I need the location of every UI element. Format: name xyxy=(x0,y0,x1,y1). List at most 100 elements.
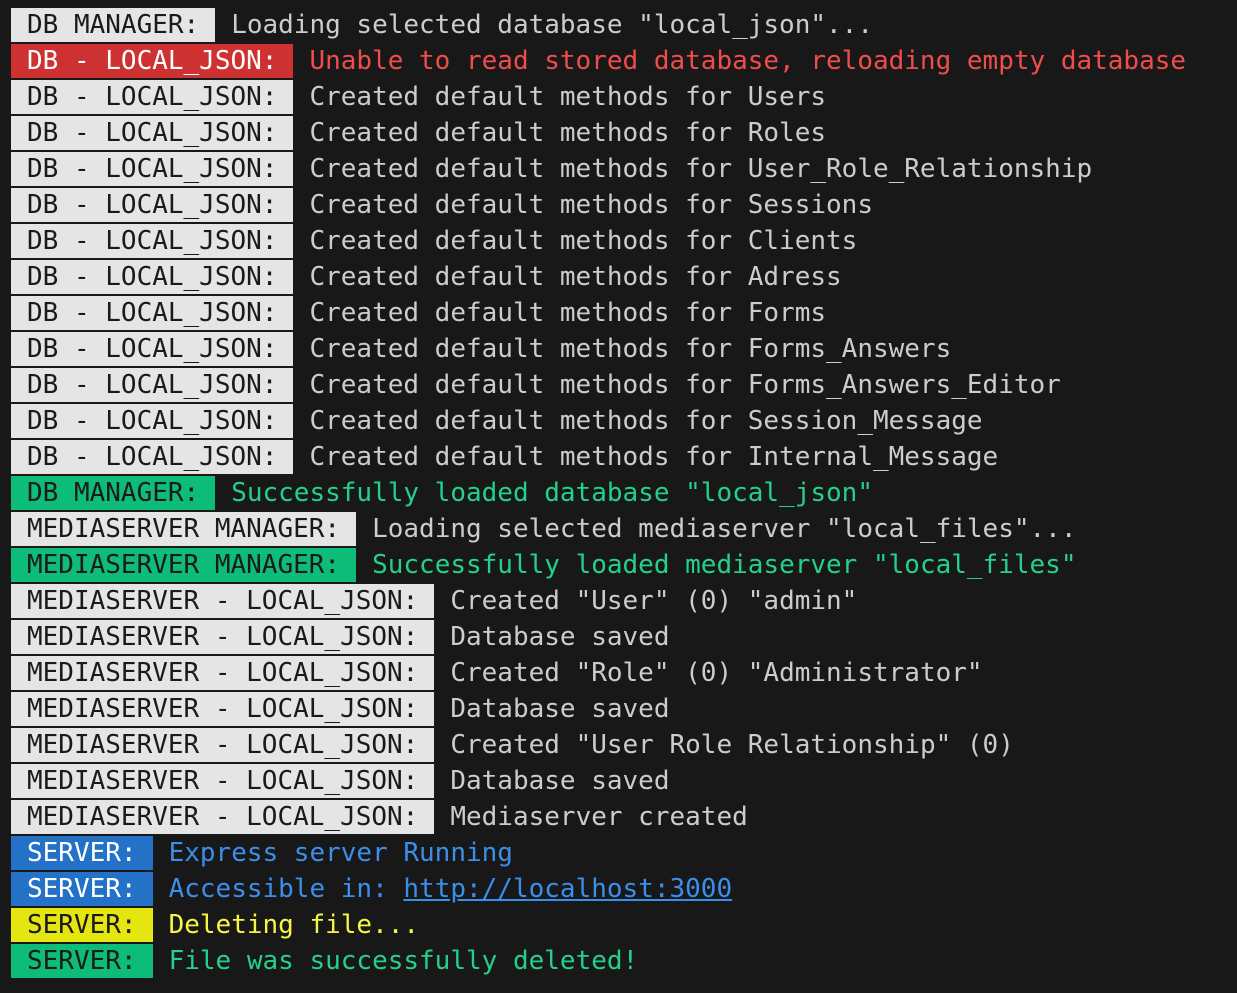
log-message: Created default methods for Roles xyxy=(309,115,826,151)
log-tag: DB - LOCAL_JSON: xyxy=(11,152,294,186)
log-tag: MEDIASERVER - LOCAL_JSON: xyxy=(11,692,435,726)
log-message: Created default methods for Clients xyxy=(309,223,857,259)
log-tag: DB - LOCAL_JSON: xyxy=(11,224,294,258)
log-message: Successfully loaded database "local_json… xyxy=(231,475,873,511)
log-message-text: Created default methods for Internal_Mes… xyxy=(309,442,999,472)
log-message-text: Created default methods for Roles xyxy=(309,118,827,148)
log-message: Created default methods for Sessions xyxy=(309,187,873,223)
log-tag: DB - LOCAL_JSON: xyxy=(11,80,294,114)
log-line: MEDIASERVER MANAGER: Loading selected med… xyxy=(0,511,1237,547)
log-tag: DB - LOCAL_JSON: xyxy=(11,440,294,474)
log-message-text: Created "User Role Relationship" (0) xyxy=(450,730,1014,760)
log-line: SERVER: Accessible in: http://localhost:3… xyxy=(0,871,1237,907)
log-line: MEDIASERVER MANAGER: Successfully loaded … xyxy=(0,547,1237,583)
log-line: DB MANAGER: Loading selected database "lo… xyxy=(0,7,1237,43)
log-tag: MEDIASERVER MANAGER: xyxy=(11,548,357,582)
log-message: Created default methods for Adress xyxy=(309,259,841,295)
log-message-text: Unable to read stored database, reloadin… xyxy=(309,46,1187,76)
log-message: Database saved xyxy=(450,691,669,727)
log-message-text: Loading selected mediaserver "local_file… xyxy=(372,514,1077,544)
terminal-output: DB MANAGER: Loading selected database "lo… xyxy=(0,7,1237,979)
log-tag: DB - LOCAL_JSON: xyxy=(11,404,294,438)
log-line: DB - LOCAL_JSON: Created default methods … xyxy=(0,151,1237,187)
log-line: DB - LOCAL_JSON: Created default methods … xyxy=(0,295,1237,331)
log-message: Accessible in: http://localhost:3000 xyxy=(169,871,733,907)
log-line: SERVER: Deleting file... xyxy=(0,907,1237,943)
log-line: SERVER: File was successfully deleted! xyxy=(0,943,1237,979)
log-message-text: Created default methods for Clients xyxy=(309,226,858,256)
log-line: DB - LOCAL_JSON: Created default methods … xyxy=(0,331,1237,367)
log-message-text: Created "Role" (0) "Administrator" xyxy=(450,658,983,688)
log-line: DB - LOCAL_JSON: Created default methods … xyxy=(0,79,1237,115)
log-message-text: File was successfully deleted! xyxy=(168,946,639,976)
log-tag: DB - LOCAL_JSON: xyxy=(11,296,294,330)
log-message-text: Database saved xyxy=(450,622,670,652)
log-line: DB - LOCAL_JSON: Created default methods … xyxy=(0,367,1237,403)
log-message-text: Created default methods for Forms_Answer… xyxy=(309,370,1061,400)
log-message: Created default methods for Users xyxy=(309,79,826,115)
log-message-text: Deleting file... xyxy=(168,910,420,940)
log-message: File was successfully deleted! xyxy=(169,943,639,979)
log-tag: SERVER: xyxy=(11,836,153,870)
log-tag: DB MANAGER: xyxy=(11,8,216,42)
log-tag: DB - LOCAL_JSON: xyxy=(11,44,294,78)
log-line: MEDIASERVER - LOCAL_JSON: Database saved xyxy=(0,763,1237,799)
log-line: DB - LOCAL_JSON: Created default methods … xyxy=(0,187,1237,223)
log-message-text: Database saved xyxy=(450,694,670,724)
log-line: MEDIASERVER - LOCAL_JSON: Created "User" … xyxy=(0,583,1237,619)
log-message-text: Successfully loaded database "local_json… xyxy=(231,478,873,508)
log-message: Deleting file... xyxy=(169,907,419,943)
log-message: Database saved xyxy=(450,763,669,799)
log-message-text: Created default methods for User_Role_Re… xyxy=(309,154,1093,184)
log-message-text: Database saved xyxy=(450,766,670,796)
log-message-text: Created default methods for Session_Mess… xyxy=(309,406,983,436)
localhost-link[interactable]: http://localhost:3000 xyxy=(403,874,732,904)
log-message: Created default methods for Forms_Answer… xyxy=(309,331,951,367)
log-line: DB MANAGER: Successfully loaded database … xyxy=(0,475,1237,511)
log-tag: MEDIASERVER - LOCAL_JSON: xyxy=(11,620,435,654)
log-message: Database saved xyxy=(450,619,669,655)
log-message: Created default methods for Session_Mess… xyxy=(309,403,982,439)
log-message-text: Loading selected database "local_json"..… xyxy=(231,10,873,40)
log-message-text: Mediaserver created xyxy=(450,802,748,832)
log-line: MEDIASERVER - LOCAL_JSON: Database saved xyxy=(0,619,1237,655)
log-message: Created "User" (0) "admin" xyxy=(450,583,857,619)
log-tag: DB - LOCAL_JSON: xyxy=(11,368,294,402)
log-message: Created "User Role Relationship" (0) xyxy=(450,727,1014,763)
log-message: Created default methods for Internal_Mes… xyxy=(309,439,998,475)
log-message: Successfully loaded mediaserver "local_f… xyxy=(372,547,1076,583)
log-tag: SERVER: xyxy=(11,944,153,978)
log-tag: MEDIASERVER - LOCAL_JSON: xyxy=(11,800,435,834)
log-message: Express server Running xyxy=(169,835,513,871)
log-line: MEDIASERVER - LOCAL_JSON: Created "User R… xyxy=(0,727,1237,763)
log-tag: DB - LOCAL_JSON: xyxy=(11,188,294,222)
log-message-text: Created default methods for Users xyxy=(309,82,827,112)
log-message-text: Created default methods for Sessions xyxy=(309,190,873,220)
log-tag: MEDIASERVER MANAGER: xyxy=(11,512,357,546)
log-line: DB - LOCAL_JSON: Created default methods … xyxy=(0,439,1237,475)
log-message-text: Created default methods for Adress xyxy=(309,262,842,292)
log-message: Loading selected database "local_json"..… xyxy=(231,7,873,43)
log-line: MEDIASERVER - LOCAL_JSON: Database saved xyxy=(0,691,1237,727)
log-message-text: Express server Running xyxy=(168,838,513,868)
log-tag: SERVER: xyxy=(11,908,153,942)
log-message: Created default methods for Forms_Answer… xyxy=(309,367,1060,403)
log-message: Mediaserver created xyxy=(450,799,747,835)
log-tag: MEDIASERVER - LOCAL_JSON: xyxy=(11,764,435,798)
log-tag: MEDIASERVER - LOCAL_JSON: xyxy=(11,656,435,690)
log-tag: DB - LOCAL_JSON: xyxy=(11,260,294,294)
log-tag: MEDIASERVER - LOCAL_JSON: xyxy=(11,584,435,618)
log-message-text: Created default methods for Forms xyxy=(309,298,827,328)
log-message: Unable to read stored database, reloadin… xyxy=(309,43,1186,79)
log-line: MEDIASERVER - LOCAL_JSON: Mediaserver cre… xyxy=(0,799,1237,835)
log-message: Created default methods for User_Role_Re… xyxy=(309,151,1092,187)
log-line: DB - LOCAL_JSON: Created default methods … xyxy=(0,115,1237,151)
log-line: SERVER: Express server Running xyxy=(0,835,1237,871)
log-tag: MEDIASERVER - LOCAL_JSON: xyxy=(11,728,435,762)
log-line: DB - LOCAL_JSON: Created default methods … xyxy=(0,403,1237,439)
log-message: Created "Role" (0) "Administrator" xyxy=(450,655,982,691)
log-message: Created default methods for Forms xyxy=(309,295,826,331)
log-line: DB - LOCAL_JSON: Created default methods … xyxy=(0,259,1237,295)
log-message-text: Created "User" (0) "admin" xyxy=(450,586,858,616)
log-tag: DB - LOCAL_JSON: xyxy=(11,116,294,150)
